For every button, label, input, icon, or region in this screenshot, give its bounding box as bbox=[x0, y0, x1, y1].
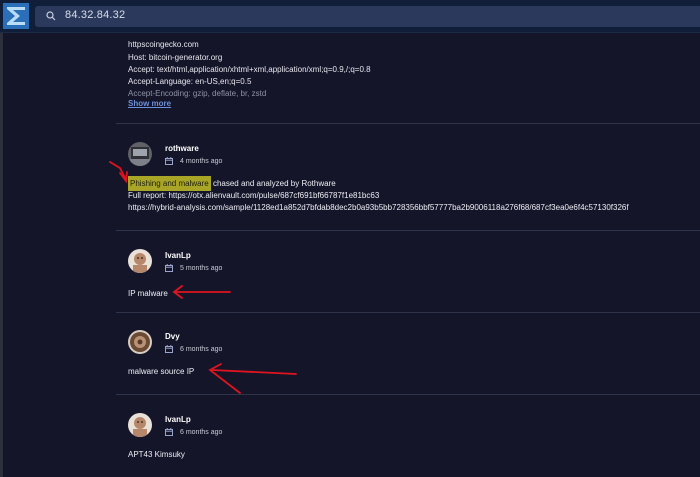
comment-text: Phishing and malware chased and analyzed… bbox=[128, 176, 336, 191]
comment-date: 5 months ago bbox=[165, 263, 222, 273]
comment-link[interactable]: https://hybrid-analysis.com/sample/1128e… bbox=[128, 203, 629, 212]
left-gutter bbox=[0, 0, 3, 477]
comment-username[interactable]: IvanLp bbox=[165, 415, 191, 424]
show-more-link[interactable]: Show more bbox=[128, 99, 171, 108]
calendar-icon bbox=[165, 157, 173, 165]
calendar-icon bbox=[165, 345, 173, 353]
comment-text: IP malware bbox=[128, 289, 168, 298]
request-line: Host: bitcoin-generator.org bbox=[128, 53, 223, 62]
divider bbox=[116, 312, 700, 313]
highlighted-text: Phishing and malware bbox=[128, 176, 211, 191]
request-line: Accept-Language: en-US,en;q=0.5 bbox=[128, 77, 252, 86]
calendar-icon bbox=[165, 428, 173, 436]
comment-text: malware source IP bbox=[128, 367, 195, 376]
avatar[interactable] bbox=[128, 413, 152, 437]
search-input[interactable]: 84.32.84.32 bbox=[35, 6, 700, 27]
comment-item: Dvy 6 months ago malware source IP bbox=[116, 330, 700, 390]
divider bbox=[116, 123, 700, 124]
comment-item: IvanLp 6 months ago APT43 Kimsuky bbox=[116, 413, 700, 473]
avatar[interactable] bbox=[128, 330, 152, 354]
comment-text: APT43 Kimsuky bbox=[128, 450, 185, 459]
search-icon bbox=[46, 11, 56, 21]
comments-feed: httpscoingecko.com Host: bitcoin-generat… bbox=[116, 32, 700, 477]
comment-date: 6 months ago bbox=[165, 427, 222, 437]
comment-date: 4 months ago bbox=[165, 156, 222, 166]
request-line: httpscoingecko.com bbox=[128, 40, 199, 49]
comment-item: rothware 4 months ago Phishing and malwa… bbox=[116, 142, 700, 222]
comment-text: Full report: https://otx.alienvault.com/… bbox=[128, 191, 380, 200]
comment-username[interactable]: IvanLp bbox=[165, 251, 191, 260]
divider bbox=[116, 394, 700, 395]
comment-date: 6 months ago bbox=[165, 344, 222, 354]
request-line: Accept-Encoding: gzip, deflate, br, zstd bbox=[128, 89, 267, 98]
search-value: 84.32.84.32 bbox=[65, 9, 126, 21]
logo-icon[interactable] bbox=[3, 3, 29, 29]
top-bar: 84.32.84.32 bbox=[0, 0, 700, 33]
divider bbox=[116, 230, 700, 231]
comment-username[interactable]: Dvy bbox=[165, 332, 180, 341]
calendar-icon bbox=[165, 264, 173, 272]
request-line: Accept: text/html,application/xhtml+xml,… bbox=[128, 65, 371, 74]
comment-item: IvanLp 5 months ago IP malware bbox=[116, 249, 700, 309]
comment-username[interactable]: rothware bbox=[165, 144, 199, 153]
avatar[interactable] bbox=[128, 249, 152, 273]
avatar[interactable] bbox=[128, 142, 152, 166]
